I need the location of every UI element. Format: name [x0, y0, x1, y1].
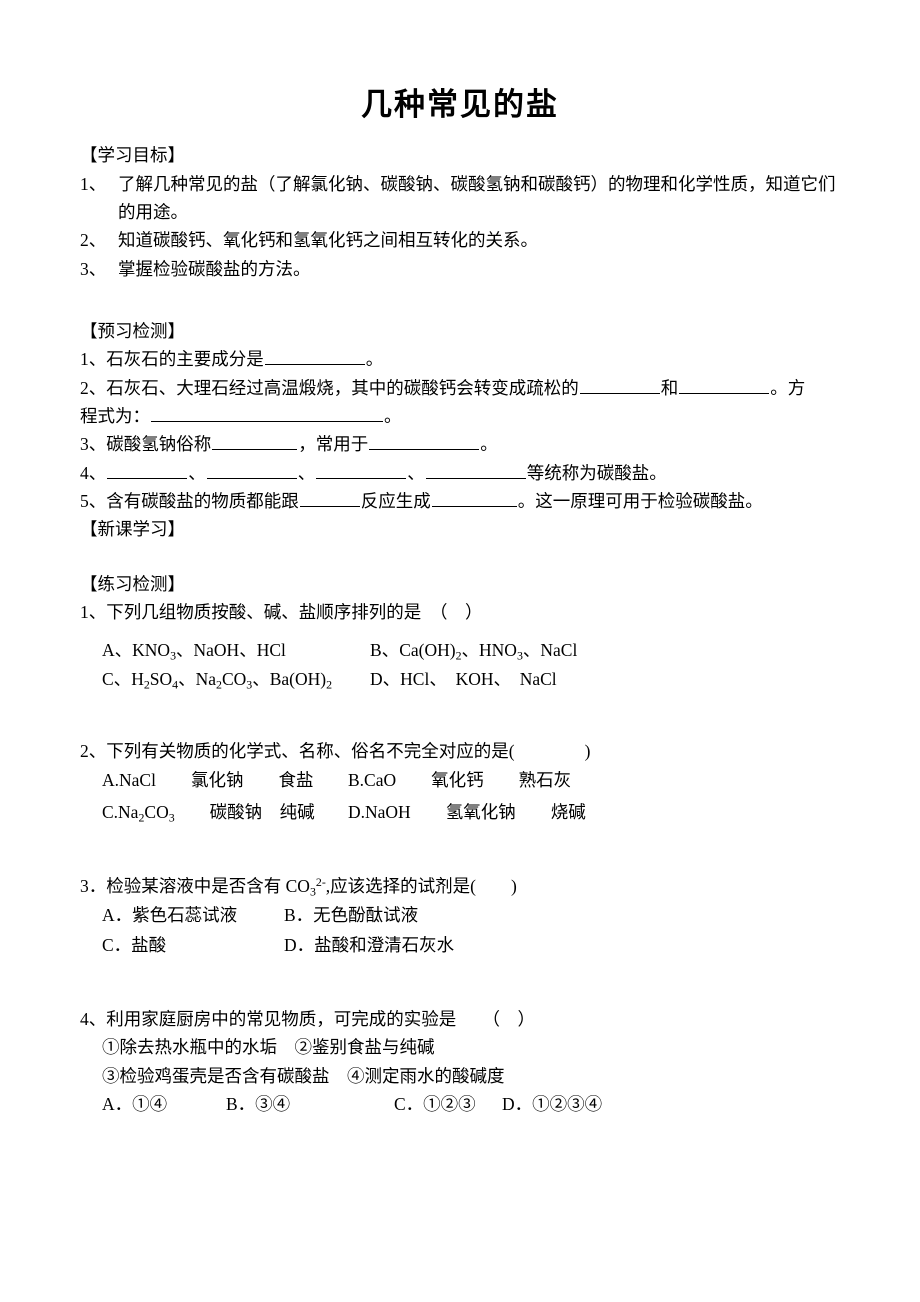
preview-q3-mid: ，常用于	[298, 434, 369, 455]
document-page: 几种常见的盐 【学习目标】 1、 了解几种常见的盐（了解氯化钠、碳酸钠、碳酸氢钠和…	[0, 0, 920, 1302]
preview-q3-prefix: 3、碳酸氢钠俗称	[80, 434, 212, 455]
fill-blank[interactable]	[151, 404, 383, 422]
option-a[interactable]: A．紫色石蕊试液	[102, 900, 284, 930]
option-formula: Ca(OH)2、HNO3、NaCl	[399, 640, 578, 663]
preview-question-5: 5、含有碳酸盐的物质都能跟 反应生成 。这一原理可用于检验碳酸盐。	[80, 487, 844, 515]
fill-blank[interactable]	[107, 461, 188, 479]
practice-q4-answers-row: A．①④ B．③④ C．①②③ D．①②③④	[80, 1090, 844, 1118]
option-formula: HCl、 KOH、 NaCl	[400, 668, 557, 689]
preview-q5-suffix: 。这一原理可用于检验碳酸盐。	[517, 490, 763, 511]
fill-blank[interactable]	[264, 348, 365, 366]
option-c[interactable]: C、H2SO4、Na2CO3、Ba(OH)2	[102, 665, 370, 693]
preview-q1-suffix: 。	[365, 349, 384, 370]
preview-question-2-line2: 程式为： 。	[80, 402, 844, 430]
fill-blank[interactable]	[579, 376, 660, 394]
preview-q2-suffix: 。方	[770, 377, 806, 398]
option-a[interactable]: A、KNO3、NaOH、HCl	[102, 636, 370, 664]
page-title: 几种常见的盐	[361, 87, 559, 122]
section-heading-new-lesson: 【新课学习】	[80, 519, 185, 540]
preview-q3-suffix: 。	[480, 434, 498, 455]
option-b[interactable]: B.CaO 氧化钙 熟石灰	[348, 765, 571, 796]
option-d[interactable]: D、HCl、 KOH、 NaCl	[370, 665, 557, 693]
preview-question-4: 4、 、 、 、 等统称为碳酸盐。	[80, 459, 844, 487]
preview-q4-prefix: 4、	[80, 462, 107, 483]
fill-blank[interactable]	[299, 489, 360, 507]
option-label: A、	[102, 640, 133, 661]
fill-blank[interactable]	[431, 489, 517, 507]
practice-q3-options-row: A．紫色石蕊试液 B．无色酚酞试液	[80, 900, 844, 930]
preview-q4-sep: 、	[297, 462, 316, 483]
objective-text: 知道碳酸钙、氧化钙和氢氧化钙之间相互转化的关系。	[118, 230, 538, 251]
fill-blank[interactable]	[316, 461, 407, 479]
objective-number: 2、	[80, 230, 107, 251]
option-formula: KNO3、NaOH、HCl	[132, 640, 286, 663]
option-d[interactable]: D.NaOH 氢氧化钠 烧碱	[348, 797, 586, 828]
practice-q1-options-row: A、KNO3、NaOH、HCl B、Ca(OH)2、HNO3、NaCl	[80, 636, 844, 664]
fill-blank[interactable]	[369, 433, 480, 451]
fill-blank[interactable]	[425, 461, 526, 479]
preview-q1-prefix: 1、石灰石的主要成分是	[80, 349, 264, 370]
document-body: 【学习目标】 1、 了解几种常见的盐（了解氯化钠、碳酸钠、碳酸氢钠和碳酸钙）的物理…	[0, 123, 920, 1118]
preview-q2-line2-suffix: 。	[384, 405, 402, 426]
practice-q1-options-row: C、H2SO4、Na2CO3、Ba(OH)2 D、HCl、 KOH、 NaCl	[80, 665, 844, 693]
preview-q4-suffix: 等统称为碳酸盐。	[526, 462, 667, 483]
practice-question-4-stem: 4、利用家庭厨房中的常见物质，可完成的实验是 （ ）	[80, 1008, 535, 1029]
objective-item: 3、 掌握检验碳酸盐的方法。	[80, 255, 844, 283]
option-b[interactable]: B、Ca(OH)2、HNO3、NaCl	[370, 636, 577, 664]
fill-blank[interactable]	[679, 376, 770, 394]
preview-question-3: 3、碳酸氢钠俗称 ，常用于 。	[80, 430, 844, 458]
practice-question-3-stem: 3．检验某溶液中是否含有 CO32-,应该选择的试剂是( )	[80, 874, 517, 898]
option-label: D、	[370, 668, 401, 689]
option-c[interactable]: C.Na2CO3 碳酸钠 纯碱	[102, 797, 348, 828]
practice-q4-subitem: ③检验鸡蛋壳是否含有碳酸盐 ④测定雨水的酸碱度	[102, 1065, 505, 1086]
option-c[interactable]: C．盐酸	[102, 930, 284, 960]
option-c[interactable]: C．①②③	[394, 1090, 502, 1118]
preview-q2-prefix: 2、石灰石、大理石经过高温煅烧，其中的碳酸钙会转变成疏松的	[80, 377, 579, 398]
option-d[interactable]: D．①②③④	[502, 1090, 602, 1118]
objective-text: 了解几种常见的盐（了解氯化钠、碳酸钠、碳酸氢钠和碳酸钙）的物理和化学性质，知道它…	[118, 173, 836, 222]
objective-item: 2、 知道碳酸钙、氧化钙和氢氧化钙之间相互转化的关系。	[80, 226, 844, 254]
objective-text: 掌握检验碳酸盐的方法。	[118, 258, 311, 279]
objective-item: 1、 了解几种常见的盐（了解氯化钠、碳酸钠、碳酸氢钠和碳酸钙）的物理和化学性质，知…	[80, 170, 844, 227]
preview-question-1: 1、石灰石的主要成分是 。	[80, 345, 844, 373]
fill-blank[interactable]	[206, 461, 297, 479]
option-formula: H2SO4、Na2CO3、Ba(OH)2	[131, 668, 333, 692]
option-d[interactable]: D．盐酸和澄清石灰水	[284, 930, 454, 960]
preview-q4-sep: 、	[407, 462, 425, 483]
practice-question-1-stem: 1、下列几组物质按酸、碱、盐顺序排列的是 （ ）	[80, 602, 483, 622]
practice-question-2-stem: 2、下列有关物质的化学式、名称、俗名不完全对应的是( )	[80, 741, 591, 762]
option-a[interactable]: A.NaCl 氯化钠 食盐	[102, 765, 348, 796]
option-b[interactable]: B．无色酚酞试液	[284, 900, 418, 930]
option-label: C、	[102, 668, 132, 689]
practice-q2-options-row: C.Na2CO3 碳酸钠 纯碱 D.NaOH 氢氧化钠 烧碱	[80, 797, 844, 828]
objective-number: 1、	[80, 173, 107, 194]
preview-question-2: 2、石灰石、大理石经过高温煅烧，其中的碳酸钙会转变成疏松的 和 。方	[80, 374, 844, 402]
preview-q2-line2-prefix: 程式为：	[80, 405, 150, 426]
practice-q3-options-row: C．盐酸 D．盐酸和澄清石灰水	[80, 930, 844, 960]
fill-blank[interactable]	[212, 433, 298, 451]
option-a[interactable]: A．①④	[102, 1090, 226, 1118]
preview-q5-prefix: 5、含有碳酸盐的物质都能跟	[80, 490, 299, 511]
practice-q4-subitem: ①除去热水瓶中的水垢 ②鉴别食盐与纯碱	[102, 1037, 435, 1058]
section-heading-practice: 【练习检测】	[80, 573, 185, 594]
section-heading-objectives: 【学习目标】	[80, 145, 185, 166]
preview-q5-mid: 反应生成	[360, 490, 431, 511]
section-heading-preview: 【预习检测】	[80, 320, 185, 341]
preview-q4-sep: 、	[188, 462, 206, 483]
preview-q2-mid: 和	[660, 377, 679, 398]
objective-number: 3、	[80, 258, 107, 279]
option-label: B、	[370, 640, 400, 661]
option-b[interactable]: B．③④	[226, 1090, 394, 1118]
practice-q2-options-row: A.NaCl 氯化钠 食盐 B.CaO 氧化钙 熟石灰	[80, 765, 844, 796]
